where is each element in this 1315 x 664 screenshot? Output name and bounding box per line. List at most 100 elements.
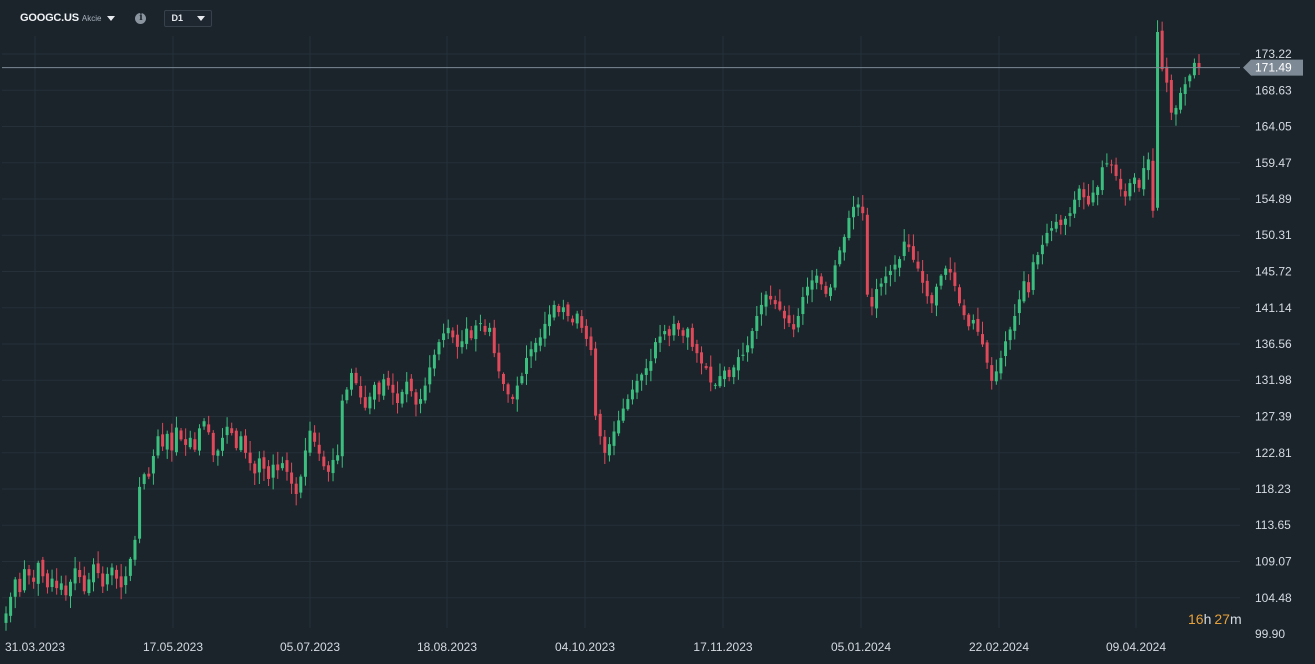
candle-down (1082, 189, 1086, 198)
candle-down (184, 439, 188, 445)
candle-up (764, 294, 768, 307)
candle-up (653, 342, 657, 359)
candle-down (589, 336, 593, 351)
candle-down (1169, 80, 1173, 113)
candle-up (142, 474, 146, 484)
candle-up (755, 315, 759, 331)
y-tick-label: 150.31 (1255, 228, 1292, 242)
y-tick-label: 131.98 (1255, 373, 1292, 387)
candle-up (9, 596, 13, 616)
candle-down (294, 483, 298, 494)
candle-down (1086, 195, 1090, 205)
candle-up (22, 569, 26, 591)
candle-up (713, 384, 717, 386)
candle-down (677, 323, 681, 330)
candle-up (635, 380, 639, 393)
candle-down (82, 575, 86, 592)
candle-up (446, 327, 450, 334)
candle-down (276, 464, 280, 471)
x-tick-label: 22.02.2024 (969, 640, 1029, 654)
candle-down (253, 463, 257, 474)
candle-up (1031, 262, 1035, 290)
candle-down (727, 369, 731, 377)
candle-down (248, 452, 252, 464)
candle-up (133, 539, 137, 560)
candle-down (690, 327, 694, 347)
candle-up (1054, 221, 1058, 229)
candle-up (36, 562, 40, 584)
candle-up (220, 437, 224, 451)
candle-up (432, 354, 436, 369)
candle-up (1013, 315, 1017, 331)
candle-up (612, 431, 616, 446)
candle-down (667, 329, 671, 336)
time-axis: 31.03.2023 17.05.2023 05.07.2023 18.08.2023… (5, 640, 1166, 654)
candle-down (161, 434, 165, 447)
candle-up (548, 314, 552, 327)
candle-down (967, 314, 971, 327)
candle-down (861, 206, 865, 214)
candle-up (110, 567, 114, 576)
candle-up (50, 578, 54, 588)
candle-up (852, 206, 856, 218)
candle-up (239, 436, 243, 451)
candle-down (414, 392, 418, 405)
x-tick-label: 31.03.2023 (5, 640, 65, 654)
candle-down (322, 456, 326, 467)
candle-up (368, 396, 372, 409)
candle-up (944, 268, 948, 275)
countdown-minutes: 27 (1214, 611, 1230, 627)
candle-up (520, 376, 524, 384)
y-tick-label: 141.14 (1255, 301, 1292, 315)
candle-up (1192, 62, 1196, 76)
candle-up (345, 389, 349, 401)
candle-down (313, 432, 317, 442)
candle-down (483, 325, 487, 332)
candle-down (778, 301, 782, 310)
candle-up (663, 331, 667, 335)
candle-up (68, 581, 72, 597)
candle-down (115, 569, 119, 579)
candle-up (478, 323, 482, 325)
candle-down (64, 585, 68, 596)
candle-up (626, 399, 630, 410)
candle-up (617, 420, 621, 434)
candle-up (640, 374, 644, 381)
candle-up (971, 319, 975, 324)
candle-down (506, 384, 510, 395)
candle-up (1073, 199, 1077, 214)
candle-down (45, 573, 49, 588)
candle-up (524, 357, 528, 374)
candle-up (87, 579, 91, 594)
candle-up (672, 323, 676, 336)
candle-up (225, 426, 229, 436)
candle-up (419, 399, 423, 404)
candle-up (750, 331, 754, 349)
candle-down (492, 327, 496, 354)
y-tick-label: 168.63 (1255, 83, 1292, 97)
candle-up (257, 458, 261, 473)
candle-down (501, 373, 505, 385)
candle-up (534, 342, 538, 353)
candle-down (787, 315, 791, 324)
candle-down (792, 324, 796, 330)
candle-down (230, 428, 234, 434)
candle-down (870, 297, 874, 307)
candle-up (884, 276, 888, 284)
candle-up (1091, 192, 1095, 203)
candle-up (13, 579, 17, 597)
candle-up (151, 456, 155, 474)
candle-down (170, 432, 174, 451)
candle-down (27, 569, 31, 576)
candle-up (73, 568, 77, 584)
candle-up (1105, 163, 1109, 165)
candle-up (644, 368, 648, 375)
countdown-m-unit: m (1230, 611, 1242, 627)
candle-up (216, 450, 220, 456)
candle-down (363, 397, 367, 408)
candle-down (925, 280, 929, 297)
candle-up (1096, 187, 1100, 195)
candlestick-chart[interactable]: 173.22 168.63 164.05 159.47 154.89 150.31 145.… (0, 0, 1315, 664)
candle-up (271, 464, 275, 478)
candle-down (681, 330, 685, 336)
